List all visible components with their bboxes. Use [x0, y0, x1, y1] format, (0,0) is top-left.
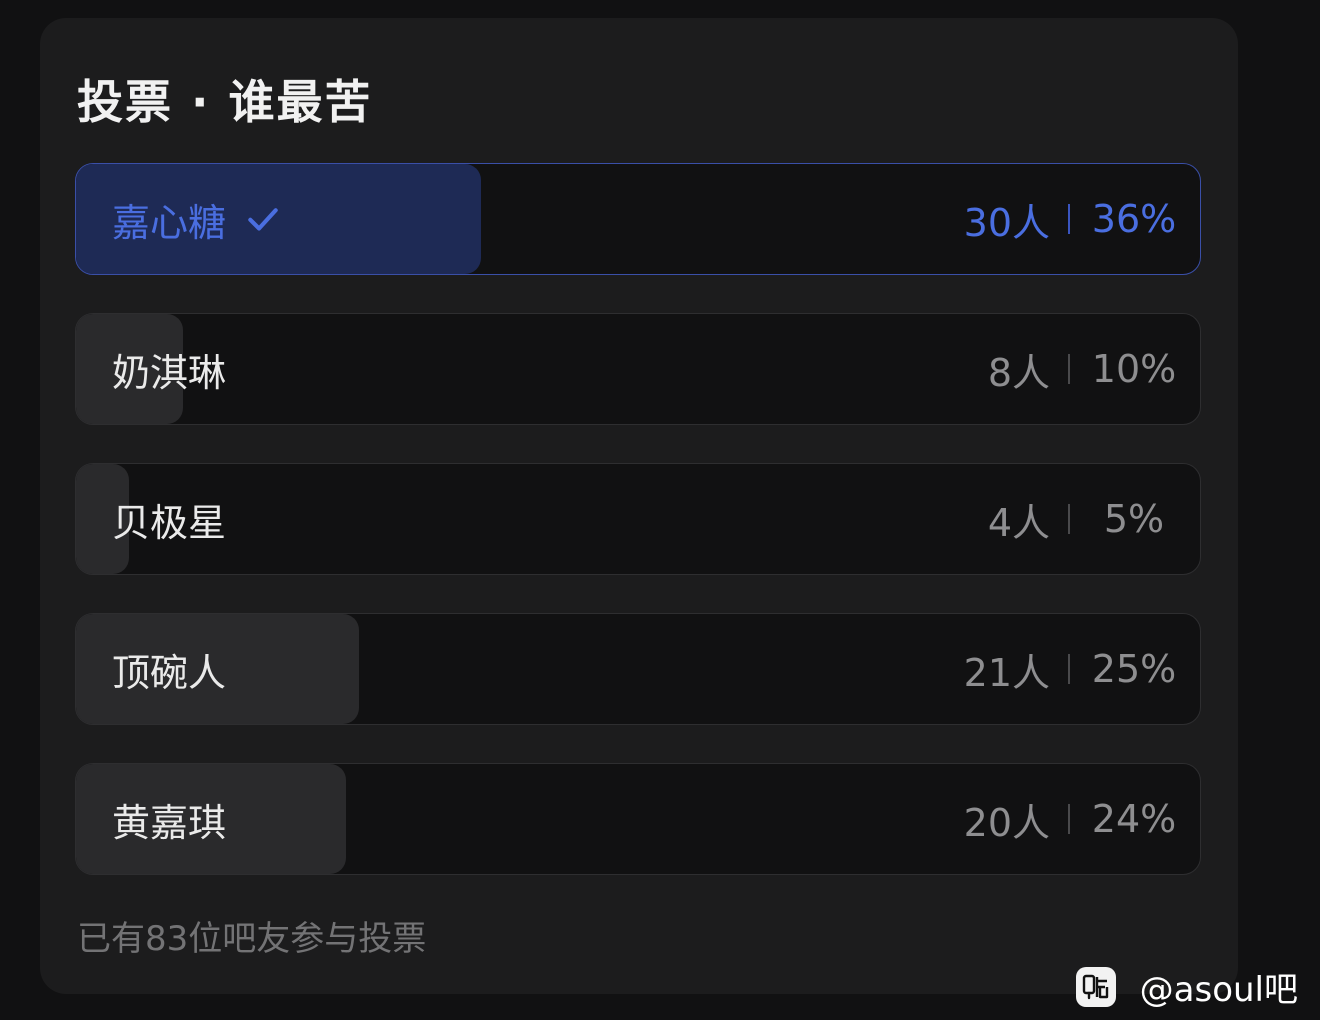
vote-percent: 24%: [1091, 797, 1177, 841]
option-label: 黄嘉琪: [112, 800, 227, 845]
option-label: 嘉心糖: [112, 200, 227, 245]
poll-participants-summary: 已有83位吧友参与投票: [77, 919, 427, 959]
stats-divider: [1068, 354, 1070, 384]
poll-card: 投票 · 谁最苦 嘉心糖 30人 36% 奶淇琳 8人 10% 贝极星 4人 5…: [40, 18, 1238, 994]
vote-percent: 36%: [1091, 197, 1177, 241]
stats-divider: [1068, 804, 1070, 834]
option-label: 贝极星: [112, 500, 227, 545]
stats-divider: [1068, 654, 1070, 684]
vote-count: 8人: [987, 350, 1050, 395]
vote-percent: 25%: [1091, 647, 1177, 691]
poll-title: 投票 · 谁最苦: [77, 75, 373, 129]
stats-divider: [1068, 204, 1070, 234]
vote-percent: 10%: [1091, 347, 1177, 391]
vote-count: 20人: [963, 800, 1050, 845]
vote-count: 4人: [987, 500, 1050, 545]
vote-count: 30人: [963, 200, 1050, 245]
watermark: @asoul吧: [1075, 962, 1298, 1011]
poll-option-jiaxintang[interactable]: 嘉心糖 30人 36%: [75, 163, 1201, 275]
tieba-icon: [1075, 966, 1116, 1007]
poll-option-huangjiaqi[interactable]: 黄嘉琪 20人 24%: [75, 763, 1201, 875]
poll-option-beijixing[interactable]: 贝极星 4人 5%: [75, 463, 1201, 575]
option-label: 顶碗人: [112, 650, 227, 695]
poll-option-dingwanren[interactable]: 顶碗人 21人 25%: [75, 613, 1201, 725]
option-label: 奶淇琳: [112, 350, 227, 395]
watermark-text: @asoul吧: [1139, 970, 1298, 1010]
vote-count: 21人: [963, 650, 1050, 695]
vote-percent: 5%: [1103, 497, 1165, 541]
checkmark-icon: [248, 208, 278, 231]
poll-option-naiqilin[interactable]: 奶淇琳 8人 10%: [75, 313, 1201, 425]
stats-divider: [1068, 504, 1070, 534]
